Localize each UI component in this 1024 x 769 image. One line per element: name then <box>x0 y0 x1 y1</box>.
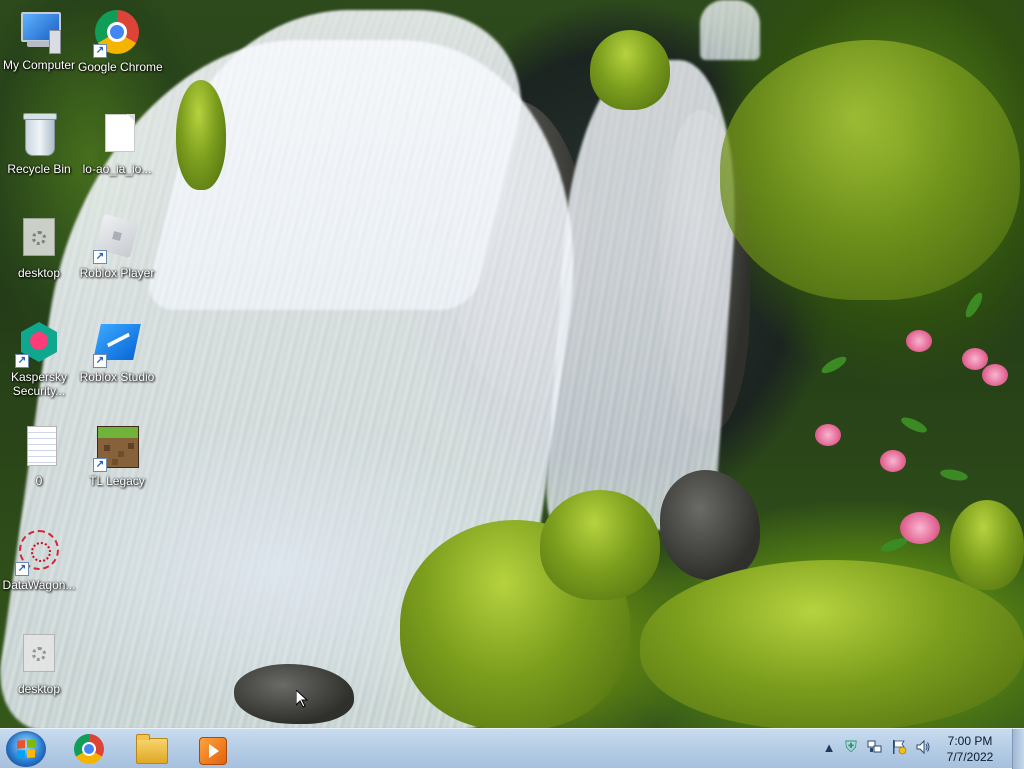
desktop-icon-text-file-0[interactable]: 0 <box>0 424 78 488</box>
shortcut-arrow-icon: ↗ <box>93 458 107 472</box>
rhododendron-leaf <box>939 467 969 483</box>
pink-flower <box>815 424 841 446</box>
desktop-icon-label: desktop <box>17 682 61 696</box>
desktop-icon-roblox-studio[interactable]: ↗ Roblox Studio <box>78 320 156 384</box>
desktop-icon-my-computer[interactable]: My Computer <box>0 8 78 72</box>
desktop-icon-label: Recycle Bin <box>7 162 71 176</box>
desktop-icon-label: TL Legacy <box>89 474 145 488</box>
desktop-icon-label: DataWagon... <box>2 578 76 592</box>
pink-flower <box>900 512 940 544</box>
chrome-icon <box>74 734 104 764</box>
rhododendron-leaf <box>819 353 849 377</box>
media-player-icon <box>199 737 227 765</box>
desktop-icon-label: desktop <box>17 266 61 280</box>
windows-start-icon <box>17 739 35 759</box>
recycle-bin-icon <box>15 112 63 160</box>
shortcut-arrow-icon: ↗ <box>93 44 107 58</box>
desktop-icon-lo-ao-file[interactable]: lo-ao_ia_io... <box>78 112 156 176</box>
desktop-icon-label: 0 <box>35 474 43 488</box>
folder-icon <box>136 734 168 764</box>
action-center-flag-icon[interactable] <box>890 739 908 757</box>
text-file-icon <box>15 424 63 472</box>
shortcut-arrow-icon: ↗ <box>15 562 29 576</box>
desktop-icon-label: Roblox Studio <box>79 370 155 384</box>
desktop-icon-desktop-ini-1[interactable]: desktop <box>0 216 78 280</box>
clock-date: 7/7/2022 <box>946 750 994 764</box>
moss-clump <box>590 30 670 110</box>
shortcut-arrow-icon: ↗ <box>93 250 107 264</box>
desktop-icon-datawagon[interactable]: ↗ DataWagon... <box>0 528 78 592</box>
roblox-player-icon: ↗ <box>93 213 141 264</box>
desktop-icon-roblox-player[interactable]: ↗ Roblox Player <box>78 213 156 280</box>
desktop-icon-kaspersky[interactable]: ↗ Kaspersky Security... <box>0 320 78 398</box>
desktop-icon-label: My Computer <box>2 58 76 72</box>
clock-time: 7:00 PM <box>947 734 993 748</box>
desktop-icon-tl-legacy[interactable]: ↗ TL Legacy <box>78 424 156 488</box>
rhododendron-leaf <box>962 290 986 320</box>
pink-flower <box>962 348 988 370</box>
desktop-icon-google-chrome[interactable]: ↗ Google Chrome <box>78 8 163 74</box>
network-icon[interactable] <box>866 739 884 757</box>
blank-file-icon <box>93 112 141 160</box>
pink-flower <box>906 330 932 352</box>
shortcut-arrow-icon: ↗ <box>93 354 107 368</box>
taskbar: ▲ ⛨ 7:00 PM 7/7/2022 <box>0 728 1024 769</box>
taskbar-app-chrome[interactable] <box>62 732 116 766</box>
security-shield-icon[interactable]: ⛨ <box>842 739 860 757</box>
datawagon-icon: ↗ <box>15 528 63 576</box>
desktop-icon-recycle-bin[interactable]: Recycle Bin <box>0 112 78 176</box>
taskbar-clock[interactable]: 7:00 PM 7/7/2022 <box>934 733 1006 765</box>
desktop-icon-label: Google Chrome <box>78 60 163 74</box>
moss-clump <box>640 560 1024 728</box>
desktop-icon-label: Roblox Player <box>79 266 155 280</box>
start-button[interactable] <box>6 731 46 767</box>
desktop-icon-label: Kaspersky Security... <box>10 370 68 398</box>
moss-clump <box>950 500 1024 590</box>
taskbar-app-explorer[interactable] <box>124 732 178 766</box>
settings-file-icon <box>15 216 63 264</box>
kaspersky-icon: ↗ <box>15 320 63 368</box>
waterfall-top <box>700 0 760 60</box>
computer-icon <box>15 8 63 56</box>
shortcut-arrow-icon: ↗ <box>15 354 29 368</box>
moss-clump <box>176 80 226 190</box>
show-hidden-icons-arrow-icon[interactable]: ▲ <box>820 739 838 757</box>
desktop-icon-label: lo-ao_ia_io... <box>82 162 152 176</box>
wallpaper-rock <box>660 470 760 580</box>
pink-flower <box>982 364 1008 386</box>
desktop-icon-desktop-ini-2[interactable]: desktop <box>0 632 78 696</box>
pink-flower <box>880 450 906 472</box>
volume-icon[interactable] <box>914 739 932 757</box>
settings-file-icon <box>15 632 63 680</box>
roblox-studio-icon: ↗ <box>93 320 141 368</box>
moss-clump <box>540 490 660 600</box>
tl-legacy-icon: ↗ <box>93 424 141 472</box>
taskbar-app-media-player[interactable] <box>186 732 240 766</box>
moss-clump <box>720 40 1020 300</box>
chrome-icon: ↗ <box>93 10 141 58</box>
rhododendron-leaf <box>899 414 929 436</box>
waterfall-right <box>543 60 747 530</box>
show-desktop-button[interactable] <box>1012 729 1024 769</box>
